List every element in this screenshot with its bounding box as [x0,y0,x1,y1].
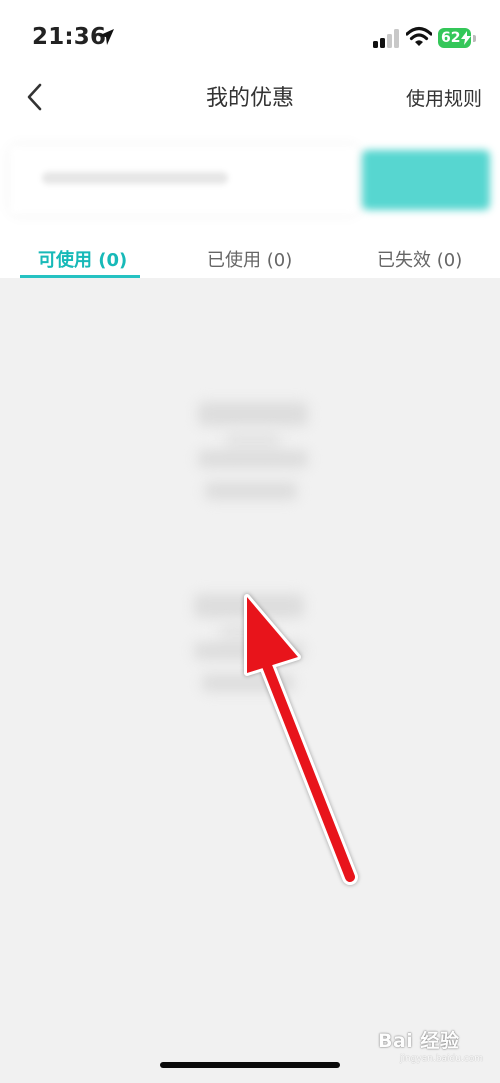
usage-rules-link[interactable]: 使用规则 [392,84,482,111]
home-indicator[interactable] [160,1062,340,1068]
coupon-code-input[interactable] [10,146,358,214]
watermark-sub: jingyan.baidu.com [400,1054,484,1064]
header-area: 21:36 62 我的优惠 使用规则 可使用 (0) 已使用 (0) 已失效 (… [0,0,500,278]
blurred-placeholder [198,450,308,468]
location-arrow-icon [98,29,114,45]
chevron-left-icon[interactable] [22,80,52,114]
blurred-placeholder [205,482,297,500]
coupon-tabs: 可使用 (0) 已使用 (0) 已失效 (0) [0,240,500,278]
blurred-placeholder [198,402,308,426]
red-arrow-icon [244,594,358,885]
wifi-icon [406,26,432,46]
charging-bolt-icon [461,31,471,45]
coupon-code-row [10,146,490,214]
tab-available[interactable]: 可使用 (0) [38,246,127,272]
cellular-signal-icon [373,29,401,48]
baidu-jingyan-watermark: Bai 经验 jingyan.baidu.com [378,1026,490,1076]
tab-expired[interactable]: 已失效 (0) [377,246,462,272]
redeem-button[interactable] [362,150,490,210]
tab-used[interactable]: 已使用 (0) [207,246,292,272]
watermark-text: Bai 经验 [378,1030,460,1052]
battery-charging-icon: 62 [438,28,478,48]
status-bar: 21:36 62 [0,0,500,80]
battery-cap [473,35,476,42]
page-title: 我的优惠 [205,86,294,111]
coupon-code-placeholder-blurred [42,172,228,184]
